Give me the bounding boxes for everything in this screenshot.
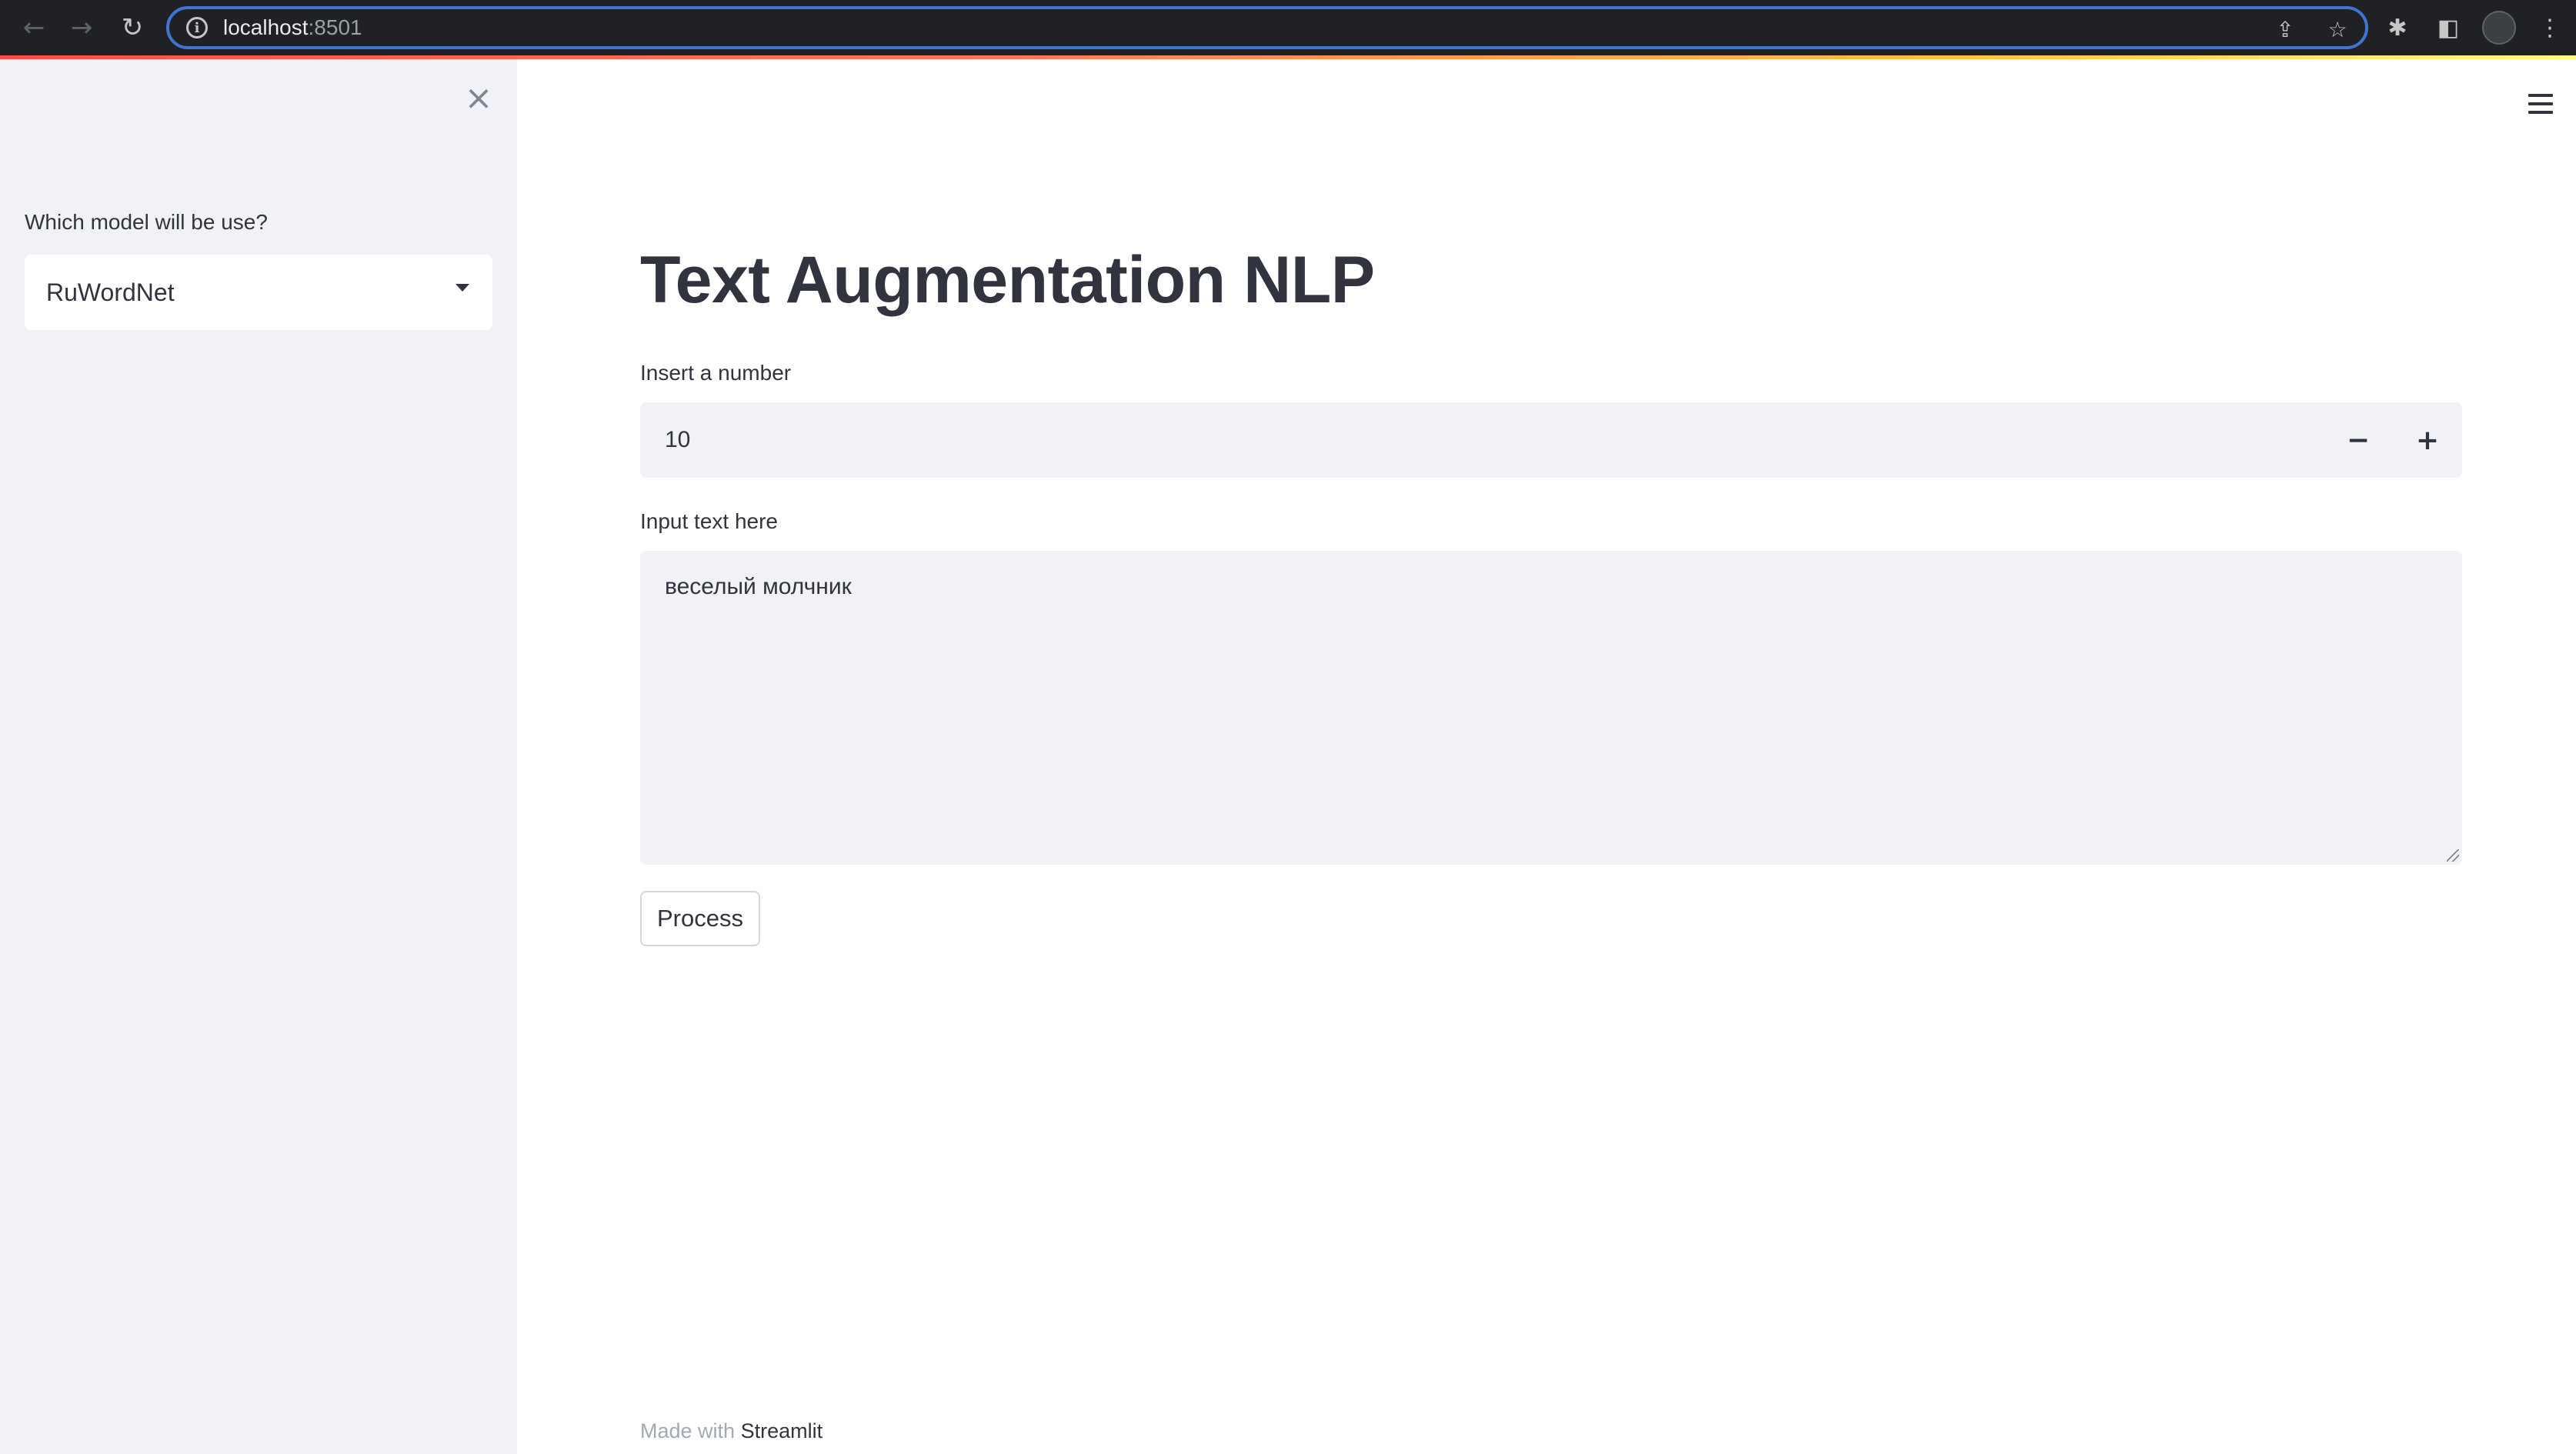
footer-made-with: Made with <box>640 1419 741 1442</box>
model-select-value: RuWordNet <box>46 278 175 306</box>
caret-down-icon[interactable] <box>455 284 469 292</box>
number-input-label: Insert a number <box>640 361 792 385</box>
hamburger-menu-icon[interactable] <box>2524 87 2558 121</box>
share-icon[interactable]: ⇪ <box>2270 14 2301 45</box>
close-icon[interactable]: × <box>459 78 499 118</box>
text-area-input[interactable]: веселый молчник <box>640 551 2462 865</box>
url-text[interactable]: localhost:8501 <box>223 15 362 40</box>
number-input[interactable]: 10 − + <box>640 402 2462 478</box>
url-port: :8501 <box>308 15 362 39</box>
side-panel-icon[interactable]: ◧ <box>2431 9 2465 46</box>
hamburger-line <box>2528 111 2553 114</box>
forward-icon[interactable]: → <box>63 9 100 46</box>
main-content: Text Augmentation NLP Insert a number 10… <box>517 59 2576 1454</box>
resize-handle-icon[interactable] <box>2447 849 2459 862</box>
process-button[interactable]: Process <box>640 891 760 946</box>
page-title: Text Augmentation NLP <box>640 243 1375 317</box>
streamlit-link[interactable]: Streamlit <box>741 1419 823 1442</box>
decrement-button[interactable]: − <box>2324 402 2393 478</box>
extensions-icon[interactable]: ✱ <box>2381 9 2414 46</box>
increment-button[interactable]: + <box>2393 402 2462 478</box>
text-area-value[interactable]: веселый молчник <box>665 574 852 600</box>
address-bar[interactable]: i localhost:8501 ⇪ ☆ <box>166 6 2368 49</box>
text-input-label: Input text here <box>640 509 779 533</box>
number-input-value[interactable]: 10 <box>665 427 690 453</box>
reload-icon[interactable]: ↻ <box>114 9 151 46</box>
site-info-icon[interactable]: i <box>186 17 208 38</box>
browser-menu-icon[interactable]: ⋮ <box>2533 9 2567 46</box>
back-icon[interactable]: ← <box>15 9 52 46</box>
bookmark-star-icon[interactable]: ☆ <box>2322 14 2353 45</box>
model-select[interactable]: RuWordNet <box>25 255 492 330</box>
browser-toolbar: ← → ↻ i localhost:8501 ⇪ ☆ ✱ ◧ ⋮ <box>0 0 2576 55</box>
sidebar: × Which model will be use? RuWordNet <box>0 59 517 1454</box>
hamburger-line <box>2528 102 2553 105</box>
hamburger-line <box>2528 94 2553 97</box>
url-host: localhost <box>223 15 309 39</box>
profile-avatar[interactable] <box>2482 11 2516 45</box>
model-select-label: Which model will be use? <box>25 210 268 234</box>
footer: Made with Streamlit <box>640 1419 823 1443</box>
